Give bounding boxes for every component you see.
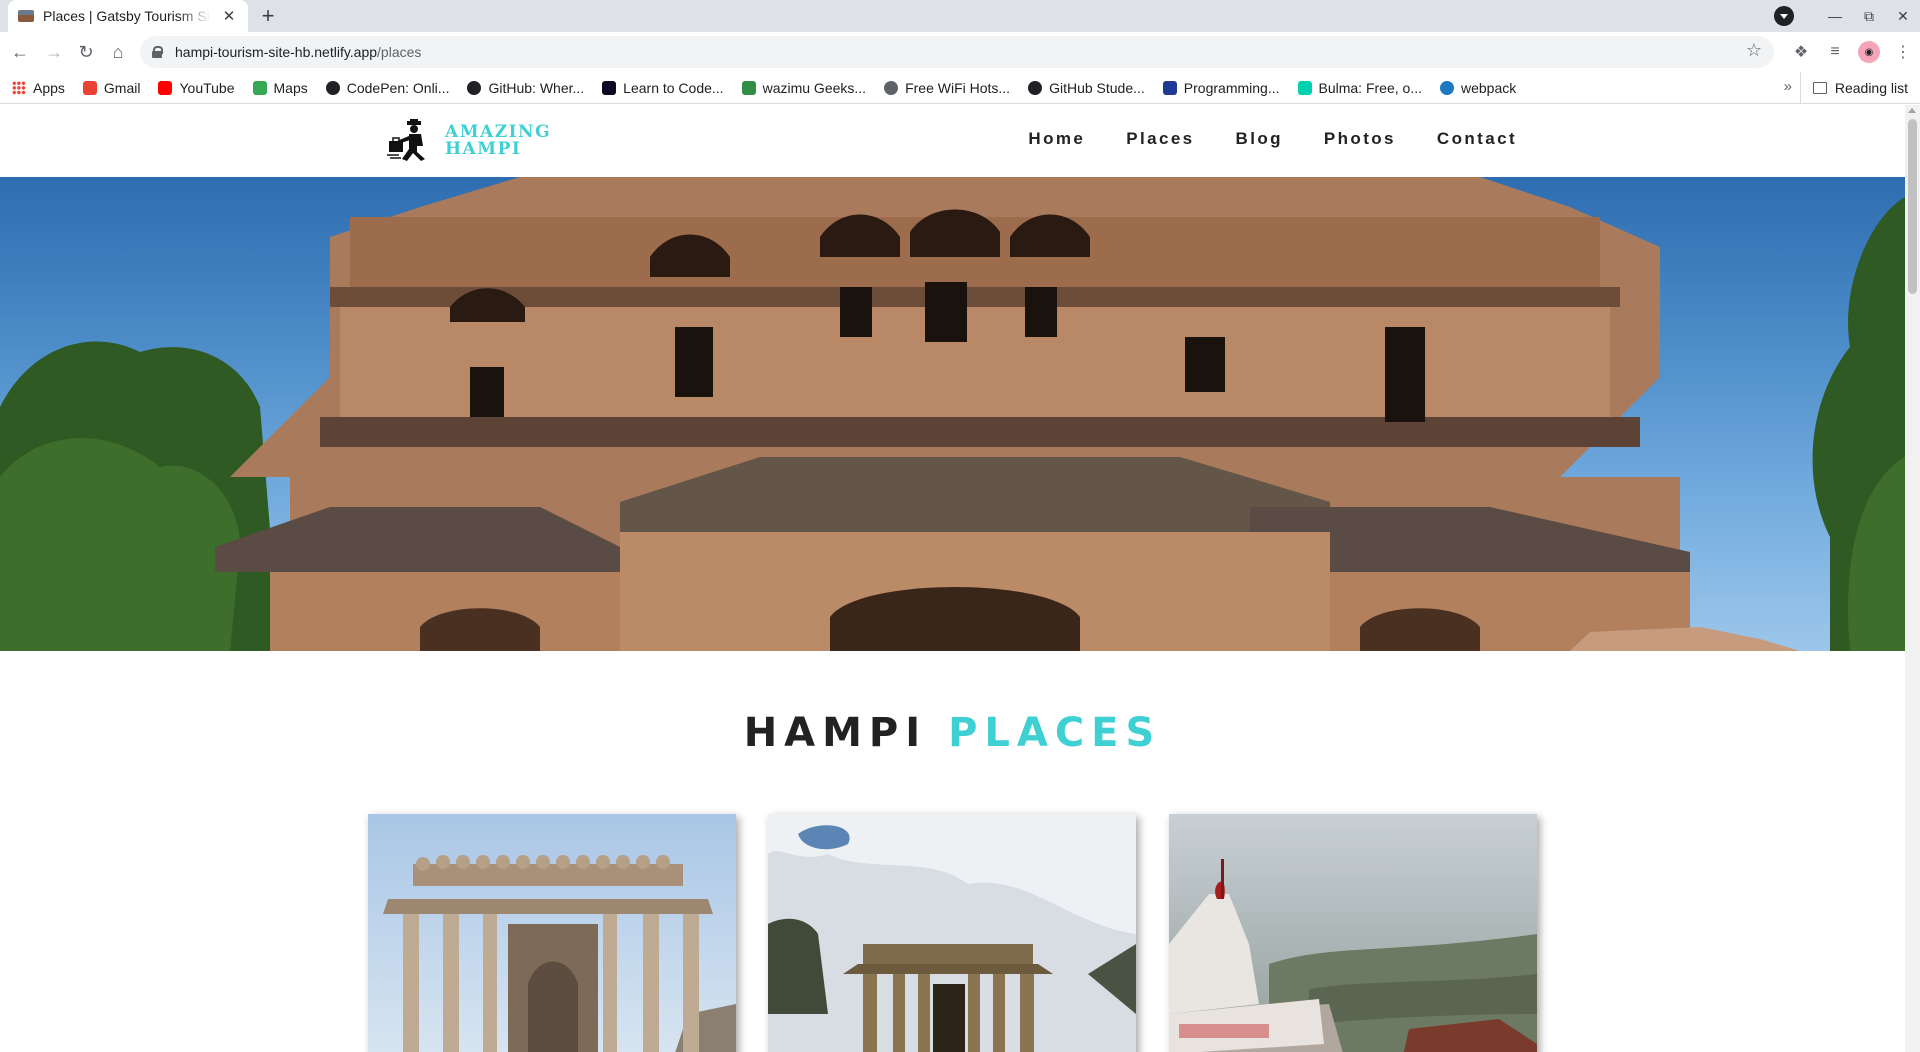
bulma-icon	[1297, 80, 1312, 95]
bookmark-label: Learn to Code...	[623, 79, 724, 96]
webpack-icon	[1439, 80, 1454, 95]
profile-avatar[interactable]: ◉	[1858, 41, 1880, 63]
bookmark-label: Bulma: Free, o...	[1318, 79, 1422, 96]
maps-pin-icon	[252, 80, 267, 95]
toolbar-actions: ❖ ≡ ◉ ⋮	[1784, 38, 1920, 66]
github-icon	[1028, 80, 1043, 95]
tab-search-icon[interactable]	[1774, 6, 1794, 26]
place-photo-colonnade	[768, 814, 1136, 1052]
extensions-puzzle-icon[interactable]: ❖	[1784, 42, 1818, 62]
site-navbar: AMAZING HAMPI Home Places Blog Photos Co…	[0, 105, 1905, 177]
forward-arrow-icon[interactable]: →	[40, 38, 68, 66]
section-title-accent: PLACES	[948, 710, 1162, 756]
tab-title: Places | Gatsby Tourism Si	[43, 8, 210, 24]
wazimu-icon	[741, 80, 756, 95]
bookmark-star-icon[interactable]: ☆	[1746, 40, 1762, 61]
page-scrollbar[interactable]	[1905, 105, 1920, 1052]
bookmarks-bar: Apps Gmail YouTube Maps CodePen: Onli... GitH…	[0, 72, 1920, 104]
bookmark-item[interactable]: Free WiFi Hots...	[884, 80, 1010, 96]
bookmark-label: Maps	[273, 79, 308, 96]
bookmark-item[interactable]: Programming...	[1162, 79, 1280, 96]
more-menu-icon[interactable]: ⋮	[1886, 42, 1920, 62]
browser-toolbar: ← → ↻ ⌂ hampi-tourism-site-hb.netlify.ap…	[0, 32, 1920, 72]
logo-line-2: HAMPI	[445, 139, 522, 159]
bookmark-item[interactable]: CodePen: Onli...	[325, 79, 450, 96]
site-favicon-icon	[18, 10, 34, 22]
place-card[interactable]	[368, 814, 736, 1052]
bookmark-item[interactable]: GitHub Stude...	[1028, 80, 1145, 96]
hero-banner-image	[0, 177, 1905, 651]
reading-list-label: Reading list	[1834, 80, 1908, 96]
media-queue-icon[interactable]: ≡	[1818, 43, 1852, 61]
bookmark-item[interactable]: YouTube	[158, 79, 235, 96]
bookmark-label: Free WiFi Hots...	[905, 79, 1011, 96]
bookmark-label: YouTube	[179, 79, 235, 96]
window-controls: — ⧉ ✕	[1774, 0, 1920, 32]
reading-list-button[interactable]: Reading list	[1799, 72, 1908, 104]
browser-tab-active[interactable]: Places | Gatsby Tourism Si ✕	[8, 0, 248, 32]
address-bar[interactable]: hampi-tourism-site-hb.netlify.app/places…	[140, 36, 1774, 68]
nav-places-link[interactable]: Places	[1126, 129, 1194, 149]
url-path: /places	[377, 44, 422, 60]
bookmark-label: webpack	[1460, 79, 1517, 96]
bookmark-label: GitHub: Wher...	[488, 79, 585, 96]
bookmark-label: Apps	[33, 79, 65, 96]
scrollbar-thumb[interactable]	[1908, 119, 1917, 294]
bookmark-item[interactable]: Apps	[12, 80, 65, 96]
bookmark-item[interactable]: wazimu Geeks...	[741, 79, 867, 96]
lock-icon[interactable]	[152, 46, 163, 58]
bookmark-label: GitHub Stude...	[1049, 79, 1145, 96]
place-photo-hanuman-temple	[1169, 814, 1537, 1052]
programming-icon	[1162, 80, 1177, 95]
youtube-icon	[158, 80, 173, 95]
apps-grid-icon	[12, 80, 26, 95]
reading-list-icon	[1812, 82, 1827, 94]
section-title-dark: HAMPI	[743, 710, 928, 756]
back-arrow-icon[interactable]: ←	[6, 38, 34, 66]
reload-icon[interactable]: ↻	[72, 38, 100, 66]
bookmark-label: Gmail	[103, 79, 141, 96]
section-title: HAMPI PLACES	[0, 710, 1905, 756]
bookmarks-overflow-icon[interactable]: »	[1784, 78, 1792, 95]
freecodecamp-icon	[602, 80, 617, 95]
main-menu: Home Places Blog Photos Contact	[1028, 129, 1517, 149]
bookmark-label: Programming...	[1183, 79, 1280, 96]
bookmark-label: CodePen: Onli...	[346, 79, 450, 96]
github-icon	[467, 80, 482, 95]
codepen-icon	[325, 80, 340, 95]
close-window-icon[interactable]: ✕	[1886, 8, 1920, 25]
bookmark-item[interactable]: Maps	[252, 79, 308, 96]
tab-close-icon[interactable]: ✕	[220, 7, 238, 25]
bookmark-item[interactable]: Learn to Code...	[602, 79, 724, 96]
minimize-icon[interactable]: —	[1818, 8, 1852, 24]
bookmark-item[interactable]: Bulma: Free, o...	[1297, 79, 1422, 96]
nav-blog-link[interactable]: Blog	[1236, 129, 1283, 149]
place-card[interactable]	[768, 814, 1136, 1052]
nav-photos-link[interactable]: Photos	[1324, 129, 1396, 149]
page-viewport: AMAZING HAMPI Home Places Blog Photos Co…	[0, 105, 1905, 1052]
nav-contact-link[interactable]: Contact	[1437, 129, 1517, 149]
globe-icon	[884, 80, 899, 95]
logo-wordmark: AMAZING HAMPI	[445, 124, 551, 158]
bookmark-item[interactable]: webpack	[1439, 79, 1517, 96]
url-host: hampi-tourism-site-hb.netlify.app	[175, 44, 378, 60]
new-tab-button[interactable]: +	[254, 3, 282, 31]
place-photo-mandapa	[368, 814, 736, 1052]
bookmark-item[interactable]: Gmail	[82, 79, 141, 96]
scroll-up-arrow-icon[interactable]	[1908, 108, 1916, 113]
bookmark-item[interactable]: GitHub: Wher...	[467, 80, 584, 96]
restore-icon[interactable]: ⧉	[1852, 8, 1886, 25]
site-logo[interactable]: AMAZING HAMPI	[387, 119, 551, 163]
running-traveler-icon	[387, 119, 425, 161]
tab-strip: Places | Gatsby Tourism Si ✕ + — ⧉ ✕	[0, 0, 1920, 32]
gmail-icon	[82, 80, 97, 95]
place-card[interactable]	[1169, 814, 1537, 1052]
home-icon[interactable]: ⌂	[104, 38, 132, 66]
bookmark-label: wazimu Geeks...	[762, 79, 867, 96]
nav-home-link[interactable]: Home	[1028, 129, 1085, 149]
